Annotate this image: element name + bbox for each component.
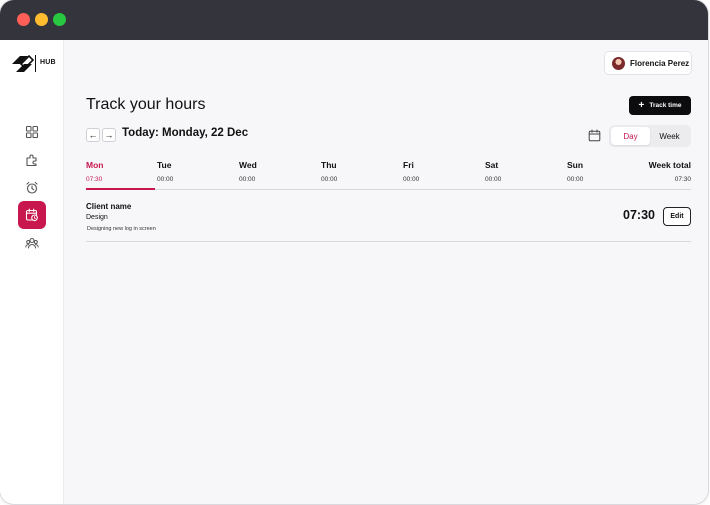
user-menu-button[interactable]: Florencia Perez [604,51,692,75]
day-name: Tue [157,160,172,170]
minimize-window-button[interactable] [35,13,48,26]
day-tabs-divider [86,189,691,190]
day-tab-mon[interactable]: Mon 07:30 [86,160,103,183]
day-total: 07:30 [86,176,103,183]
week-total-value: 07:30 [674,176,691,183]
avatar [612,56,625,70]
day-name: Sun [567,160,584,170]
sidebar-item-team[interactable] [18,229,46,257]
logo-divider [35,55,36,72]
entry-duration: 07:30 [623,208,655,222]
arrow-right-icon: → [104,129,114,140]
page-title: Track your hours [86,96,206,113]
entry-description: Designing new log in screen [87,226,156,232]
current-date-label: Today: Monday, 22 Dec [122,127,249,139]
entry-client: Client name [86,202,132,211]
plus-icon: + [638,99,645,111]
week-total: Week total 07:30 [649,160,691,183]
day-name: Thu [321,160,337,170]
close-window-button[interactable] [17,13,30,26]
dashboard-icon [25,125,39,139]
day-total: 00:00 [403,176,420,183]
day-tab-thu[interactable]: Thu 00:00 [321,160,337,183]
view-toggle: Day Week [609,125,691,147]
previous-day-button[interactable]: ← [86,128,100,142]
next-day-button[interactable]: → [102,128,116,142]
time-entry: Client name Design Designing new log in … [86,200,691,242]
maximize-window-button[interactable] [53,13,66,26]
entry-project: Design [86,214,108,221]
track-time-label: Track time [649,102,682,109]
puzzle-icon [26,154,37,167]
day-total: 00:00 [485,176,502,183]
day-tab-tue[interactable]: Tue 00:00 [157,160,173,183]
week-total-label: Week total [648,160,691,170]
app-window: HUB Florencia Perez Track your hours + T… [0,0,708,504]
day-total: 00:00 [567,176,584,183]
day-tab-fri[interactable]: Fri 00:00 [403,160,419,183]
logo-text: HUB [40,59,56,66]
day-total: 00:00 [321,176,338,183]
window-titlebar [0,0,708,40]
sidebar-item-integrations[interactable] [18,146,46,174]
day-tab-wed[interactable]: Wed 00:00 [239,160,257,183]
active-day-indicator [86,188,155,190]
edit-entry-button[interactable]: Edit [663,207,691,226]
arrow-left-icon: ← [88,129,98,140]
day-tab-sat[interactable]: Sat 00:00 [485,160,501,183]
alarm-clock-icon [26,181,38,194]
day-total: 00:00 [157,176,174,183]
user-name: Florencia Perez [630,58,690,68]
sidebar: HUB [0,40,64,504]
day-name: Sat [485,160,499,170]
calendar-icon[interactable] [588,129,601,142]
day-name: Wed [239,160,257,170]
day-name: Mon [86,160,104,170]
track-time-button[interactable]: + Track time [629,96,691,115]
team-icon [25,237,39,249]
sidebar-item-reminders[interactable] [18,174,46,202]
day-tab-sun[interactable]: Sun 00:00 [567,160,583,183]
sidebar-item-time-tracking[interactable] [18,201,46,229]
day-name: Fri [403,160,414,170]
main-content: Florencia Perez Track your hours + Track… [64,40,708,504]
day-total: 00:00 [239,176,256,183]
view-option-week[interactable]: Week [650,127,689,145]
calendar-clock-icon [25,208,38,222]
view-option-day[interactable]: Day [611,127,650,145]
entry-divider [86,241,691,242]
week-day-tabs: Mon 07:30 Tue 00:00 Wed 00:00 Thu 00:00 … [86,160,691,190]
sidebar-item-dashboard[interactable] [18,118,46,146]
